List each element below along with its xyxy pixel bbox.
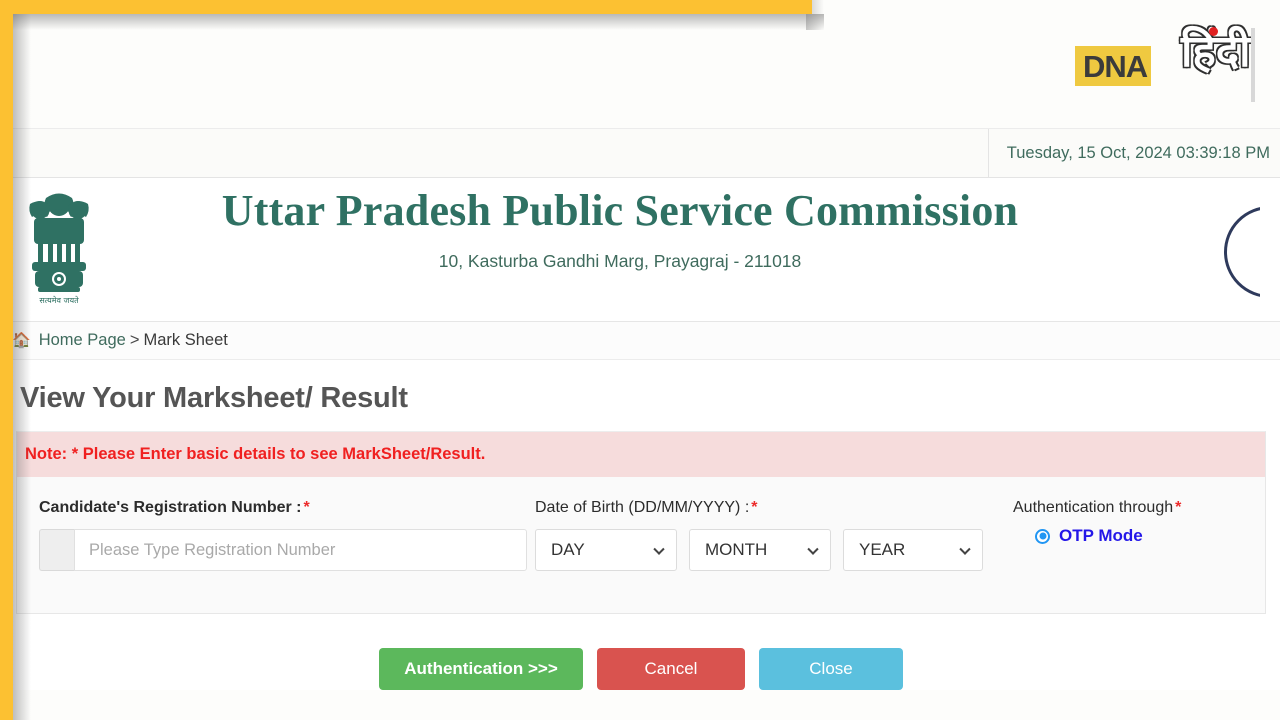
svg-text:सत्यमेव जयते: सत्यमेव जयते <box>39 295 79 305</box>
dna-logo-divider <box>1251 28 1255 102</box>
dob-month-select[interactable]: MONTH <box>689 529 831 571</box>
organization-titles: Uttar Pradesh Public Service Commission … <box>0 178 1280 272</box>
dob-day-value: DAY <box>551 540 585 559</box>
registration-number-label-text: Candidate's Registration Number : <box>39 499 302 516</box>
authentication-button[interactable]: Authentication >>> <box>379 648 583 690</box>
dna-logo-hindi-text: हिंदी <box>1181 26 1251 77</box>
date-of-birth-selects: DAY MONTH YEAR <box>535 529 997 571</box>
chevron-down-icon <box>807 543 819 555</box>
organization-address: 10, Kasturba Gandhi Marg, Prayagraj - 21… <box>438 250 802 271</box>
authentication-label: Authentication through * <box>1013 499 1265 517</box>
top-accent-bar <box>0 0 812 14</box>
organization-header: सत्यमेव जयते Uttar Pradesh Public Servic… <box>0 178 1280 322</box>
marksheet-form-panel: Note: * Please Enter basic details to se… <box>16 431 1266 614</box>
dob-required-marker: * <box>751 499 758 516</box>
registration-input-addon <box>39 529 74 571</box>
current-datetime: Tuesday, 15 Oct, 2024 03:39:18 PM <box>987 129 1272 177</box>
date-of-birth-label-text: Date of Birth (DD/MM/YYYY) : <box>535 499 750 516</box>
top-accent-shadow <box>12 14 824 30</box>
chevron-down-icon <box>653 543 665 555</box>
left-accent-bar <box>0 0 13 720</box>
organization-name: Uttar Pradesh Public Service Commission <box>221 186 1019 235</box>
ring-clip-mask <box>1260 202 1280 302</box>
form-fields-row: Candidate's Registration Number :* Date … <box>17 477 1265 613</box>
chevron-down-icon <box>959 543 971 555</box>
otp-mode-label: OTP Mode <box>1059 526 1143 545</box>
form-actions: Authentication >>> Cancel Close <box>16 614 1266 690</box>
breadcrumb: 🏠 Home Page > Mark Sheet <box>0 322 1280 360</box>
left-accent-shadow <box>13 0 31 720</box>
close-button[interactable]: Close <box>759 648 903 690</box>
breadcrumb-separator: > <box>129 331 140 349</box>
registration-number-label: Candidate's Registration Number : * <box>39 499 527 517</box>
page-root: DNA हिंदी Tuesday, 15 Oct, 2024 03:39:18… <box>0 0 1280 720</box>
note-banner: Note: * Please Enter basic details to se… <box>17 432 1265 477</box>
dob-year-value: YEAR <box>859 540 906 559</box>
dob-month-value: MONTH <box>705 540 768 559</box>
authentication-label-text: Authentication through <box>1013 499 1174 516</box>
dob-year-select[interactable]: YEAR <box>843 529 983 571</box>
dob-day-select[interactable]: DAY <box>535 529 677 571</box>
registration-required-marker: * <box>303 499 310 516</box>
field-registration-number: Candidate's Registration Number : * <box>17 499 527 571</box>
dna-logo-badge: DNA <box>1075 46 1152 86</box>
field-date-of-birth: Date of Birth (DD/MM/YYYY) :* DAY MONTH <box>527 499 997 571</box>
breadcrumb-item-current: Mark Sheet <box>143 331 228 349</box>
main-content: View Your Marksheet/ Result Note: * Plea… <box>0 360 1280 690</box>
field-authentication-mode: Authentication through * OTP Mode <box>997 499 1265 546</box>
dna-logo-text: DNA <box>1083 48 1148 84</box>
breadcrumb-item-home[interactable]: Home Page <box>39 331 126 350</box>
date-of-birth-label: Date of Birth (DD/MM/YYYY) : * <box>535 499 997 517</box>
datetime-bar: Tuesday, 15 Oct, 2024 03:39:18 PM <box>0 128 1280 178</box>
authentication-required-marker: * <box>1175 499 1182 516</box>
registration-input-group <box>39 529 527 571</box>
registration-number-input[interactable] <box>74 529 527 571</box>
dna-hindi-logo[interactable]: DNA हिंदी <box>1069 24 1274 104</box>
otp-mode-radio-row[interactable]: OTP Mode <box>1013 526 1265 546</box>
dna-logo-dot-icon <box>1209 27 1218 36</box>
cancel-button[interactable]: Cancel <box>597 648 745 690</box>
page-title: View Your Marksheet/ Result <box>20 382 408 414</box>
otp-mode-radio[interactable] <box>1035 528 1050 544</box>
page-canvas: DNA हिंदी Tuesday, 15 Oct, 2024 03:39:18… <box>0 0 1280 720</box>
